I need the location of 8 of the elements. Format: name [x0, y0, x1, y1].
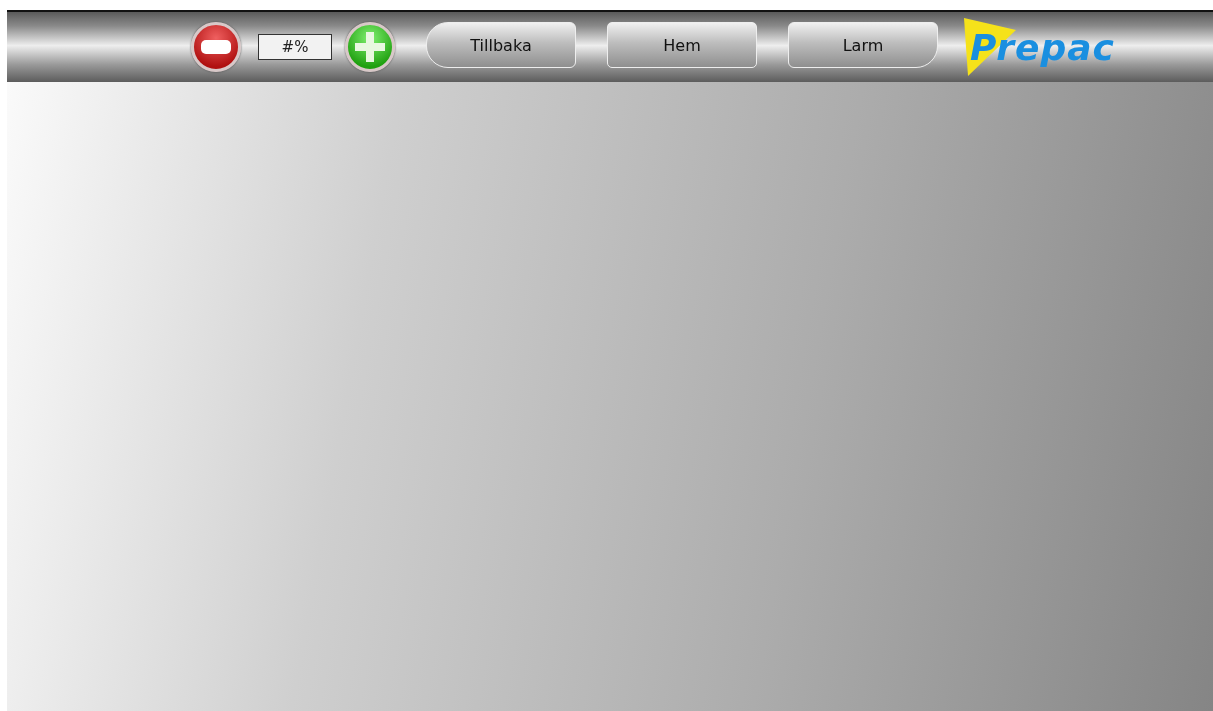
minus-icon — [201, 40, 231, 54]
zoom-field[interactable]: #% — [258, 34, 332, 60]
nav-button[interactable]: Larm — [788, 22, 938, 68]
nav-button[interactable]: Hem — [607, 22, 757, 68]
plus-icon — [355, 32, 385, 62]
zoom-out-button[interactable] — [191, 22, 241, 72]
zoom-in-button[interactable] — [345, 22, 395, 72]
nav-button[interactable]: Tillbaka — [426, 22, 576, 68]
